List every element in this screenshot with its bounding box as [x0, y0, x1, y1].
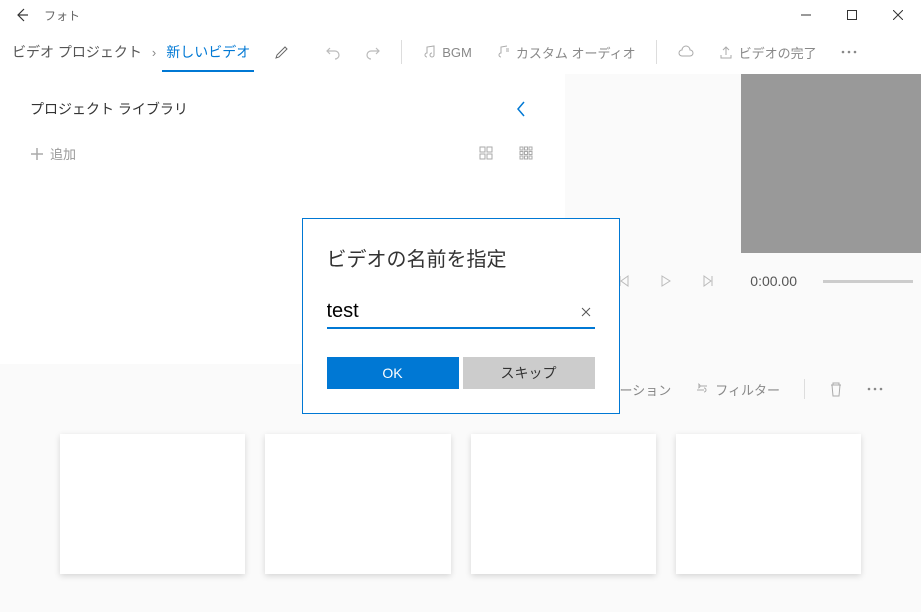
x-icon — [581, 307, 591, 317]
dialog-title: ビデオの名前を指定 — [327, 243, 595, 272]
clear-input-button[interactable] — [577, 303, 595, 321]
video-name-input[interactable] — [327, 296, 577, 327]
ok-button[interactable]: OK — [327, 357, 459, 389]
dialog-overlay: ビデオの名前を指定 OK スキップ — [0, 0, 921, 612]
name-video-dialog: ビデオの名前を指定 OK スキップ — [302, 218, 620, 414]
skip-button[interactable]: スキップ — [463, 357, 595, 389]
